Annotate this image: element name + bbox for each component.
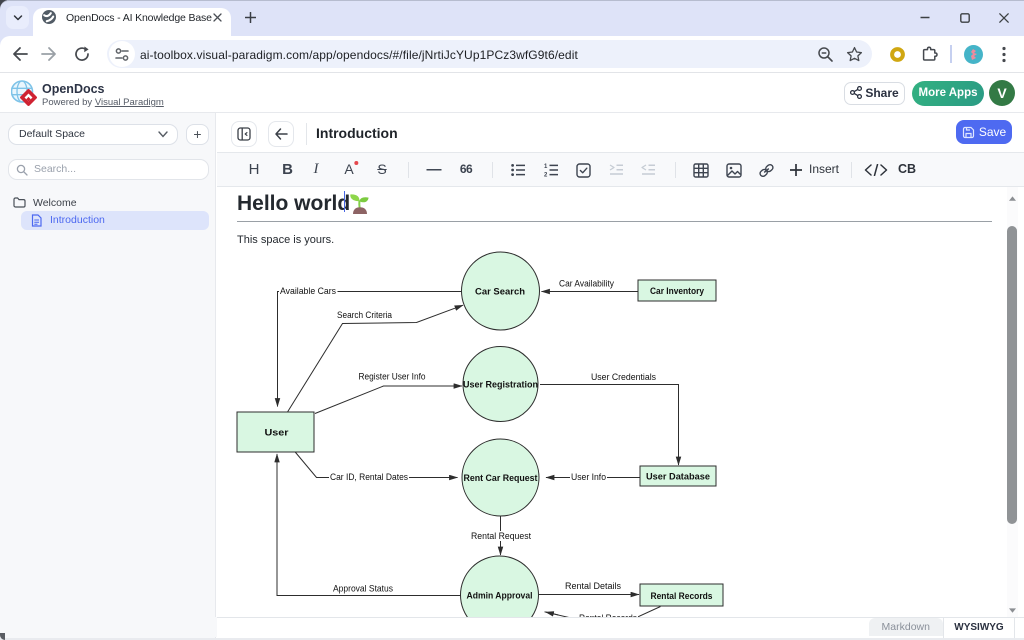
- svg-text:2: 2: [544, 173, 548, 178]
- svg-text:User Database: User Database: [646, 472, 710, 483]
- svg-text:Car Search: Car Search: [475, 287, 525, 298]
- svg-text:User: User: [265, 428, 289, 439]
- svg-text:Admin Approval: Admin Approval: [467, 591, 533, 602]
- svg-text:1: 1: [544, 164, 548, 170]
- svg-text:User Registration: User Registration: [463, 380, 538, 391]
- svg-text:User Credentials: User Credentials: [591, 372, 656, 382]
- svg-text:Search Criteria: Search Criteria: [337, 310, 392, 320]
- svg-text:Car Inventory: Car Inventory: [650, 286, 705, 297]
- svg-text:Rent Car Request: Rent Car Request: [464, 473, 539, 484]
- svg-text:Approval Status: Approval Status: [333, 584, 393, 594]
- svg-text:Rental Details: Rental Details: [565, 581, 621, 591]
- svg-text:Car Availability: Car Availability: [559, 279, 614, 289]
- svg-text:Register User Info: Register User Info: [359, 372, 426, 382]
- svg-text:Available Cars: Available Cars: [280, 286, 336, 296]
- svg-text:Car ID, Rental Dates: Car ID, Rental Dates: [330, 472, 408, 482]
- svg-text:Rental Records: Rental Records: [651, 591, 713, 602]
- svg-text:Rental Request: Rental Request: [471, 531, 531, 541]
- svg-text:User Info: User Info: [571, 472, 606, 482]
